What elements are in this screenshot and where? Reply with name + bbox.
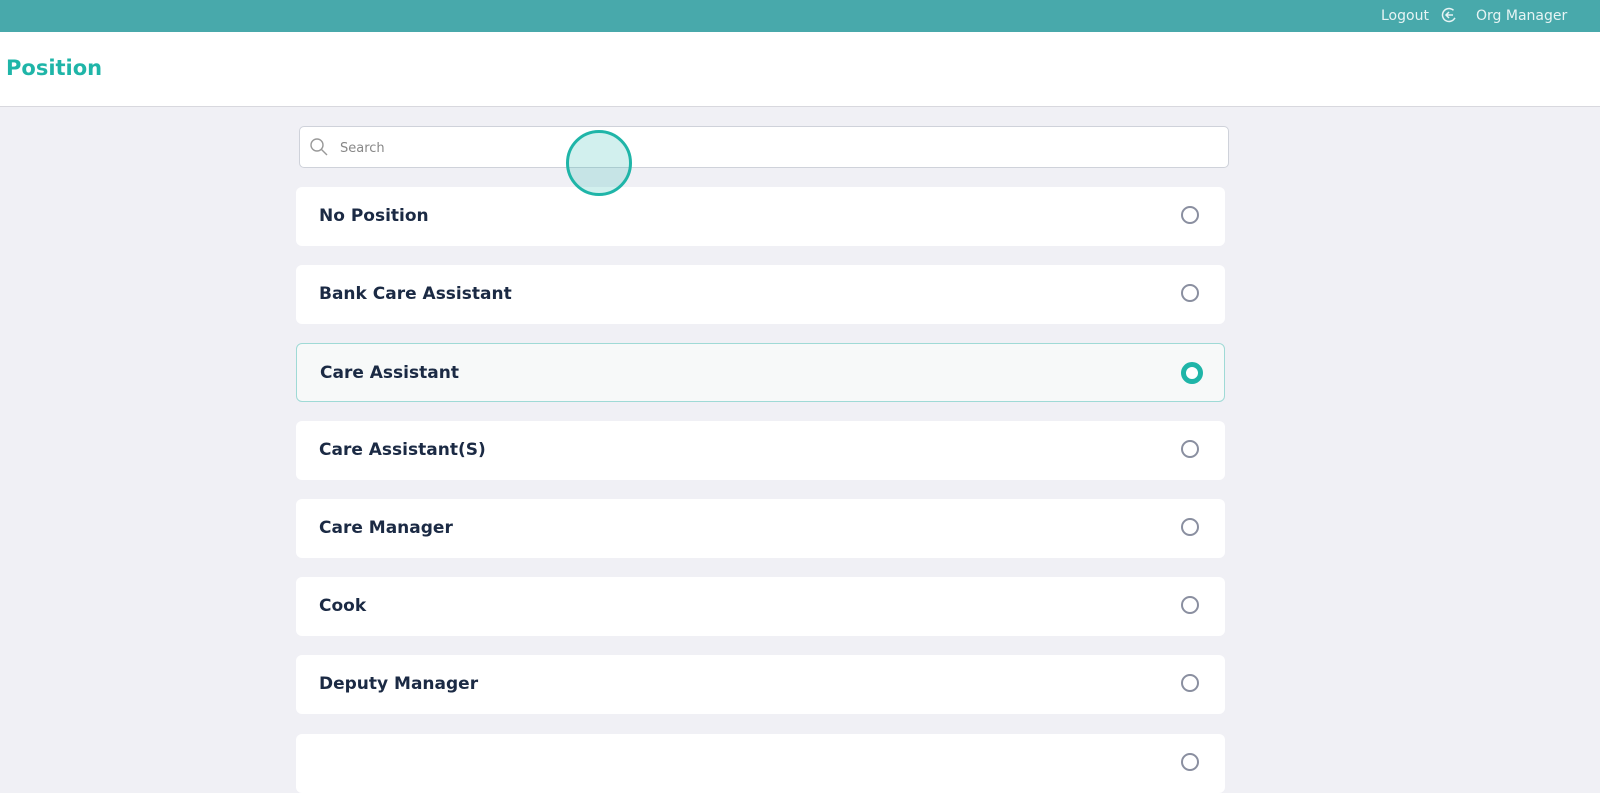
position-label: Care Manager — [319, 518, 453, 538]
top-bar: Logout Org Manager — [0, 0, 1600, 32]
radio-button[interactable] — [1181, 518, 1199, 536]
position-label: No Position — [319, 206, 429, 226]
radio-button[interactable] — [1181, 206, 1199, 224]
radio-button[interactable] — [1181, 284, 1199, 302]
search-box[interactable] — [299, 126, 1229, 169]
page-title: Position — [6, 56, 103, 80]
position-option[interactable]: Cook — [296, 577, 1225, 636]
position-option[interactable]: Bank Care Assistant — [296, 265, 1225, 324]
position-label: Deputy Manager — [319, 674, 479, 694]
search-input[interactable] — [338, 127, 1212, 169]
radio-button[interactable] — [1181, 440, 1199, 458]
position-option[interactable]: Deputy Manager — [296, 655, 1225, 714]
click-indicator — [566, 130, 632, 196]
page-header: Position — [0, 32, 1600, 107]
radio-button[interactable] — [1181, 674, 1199, 692]
position-option-partial[interactable] — [296, 734, 1225, 793]
logout-icon[interactable] — [1441, 7, 1457, 23]
position-label: Care Assistant(S) — [319, 440, 486, 460]
position-option[interactable]: Care Assistant(S) — [296, 421, 1225, 480]
radio-button[interactable] — [1181, 753, 1199, 771]
radio-button[interactable] — [1181, 596, 1199, 614]
radio-button[interactable] — [1181, 362, 1203, 384]
position-option[interactable]: No Position — [296, 187, 1225, 246]
position-option[interactable]: Care Assistant — [296, 343, 1225, 402]
position-label: Care Assistant — [320, 363, 459, 383]
logout-link[interactable]: Logout — [1381, 8, 1429, 24]
position-option[interactable]: Care Manager — [296, 499, 1225, 558]
position-label: Bank Care Assistant — [319, 284, 512, 304]
user-role-label[interactable]: Org Manager — [1476, 8, 1567, 24]
search-icon — [310, 138, 328, 156]
position-label: Cook — [319, 596, 367, 616]
